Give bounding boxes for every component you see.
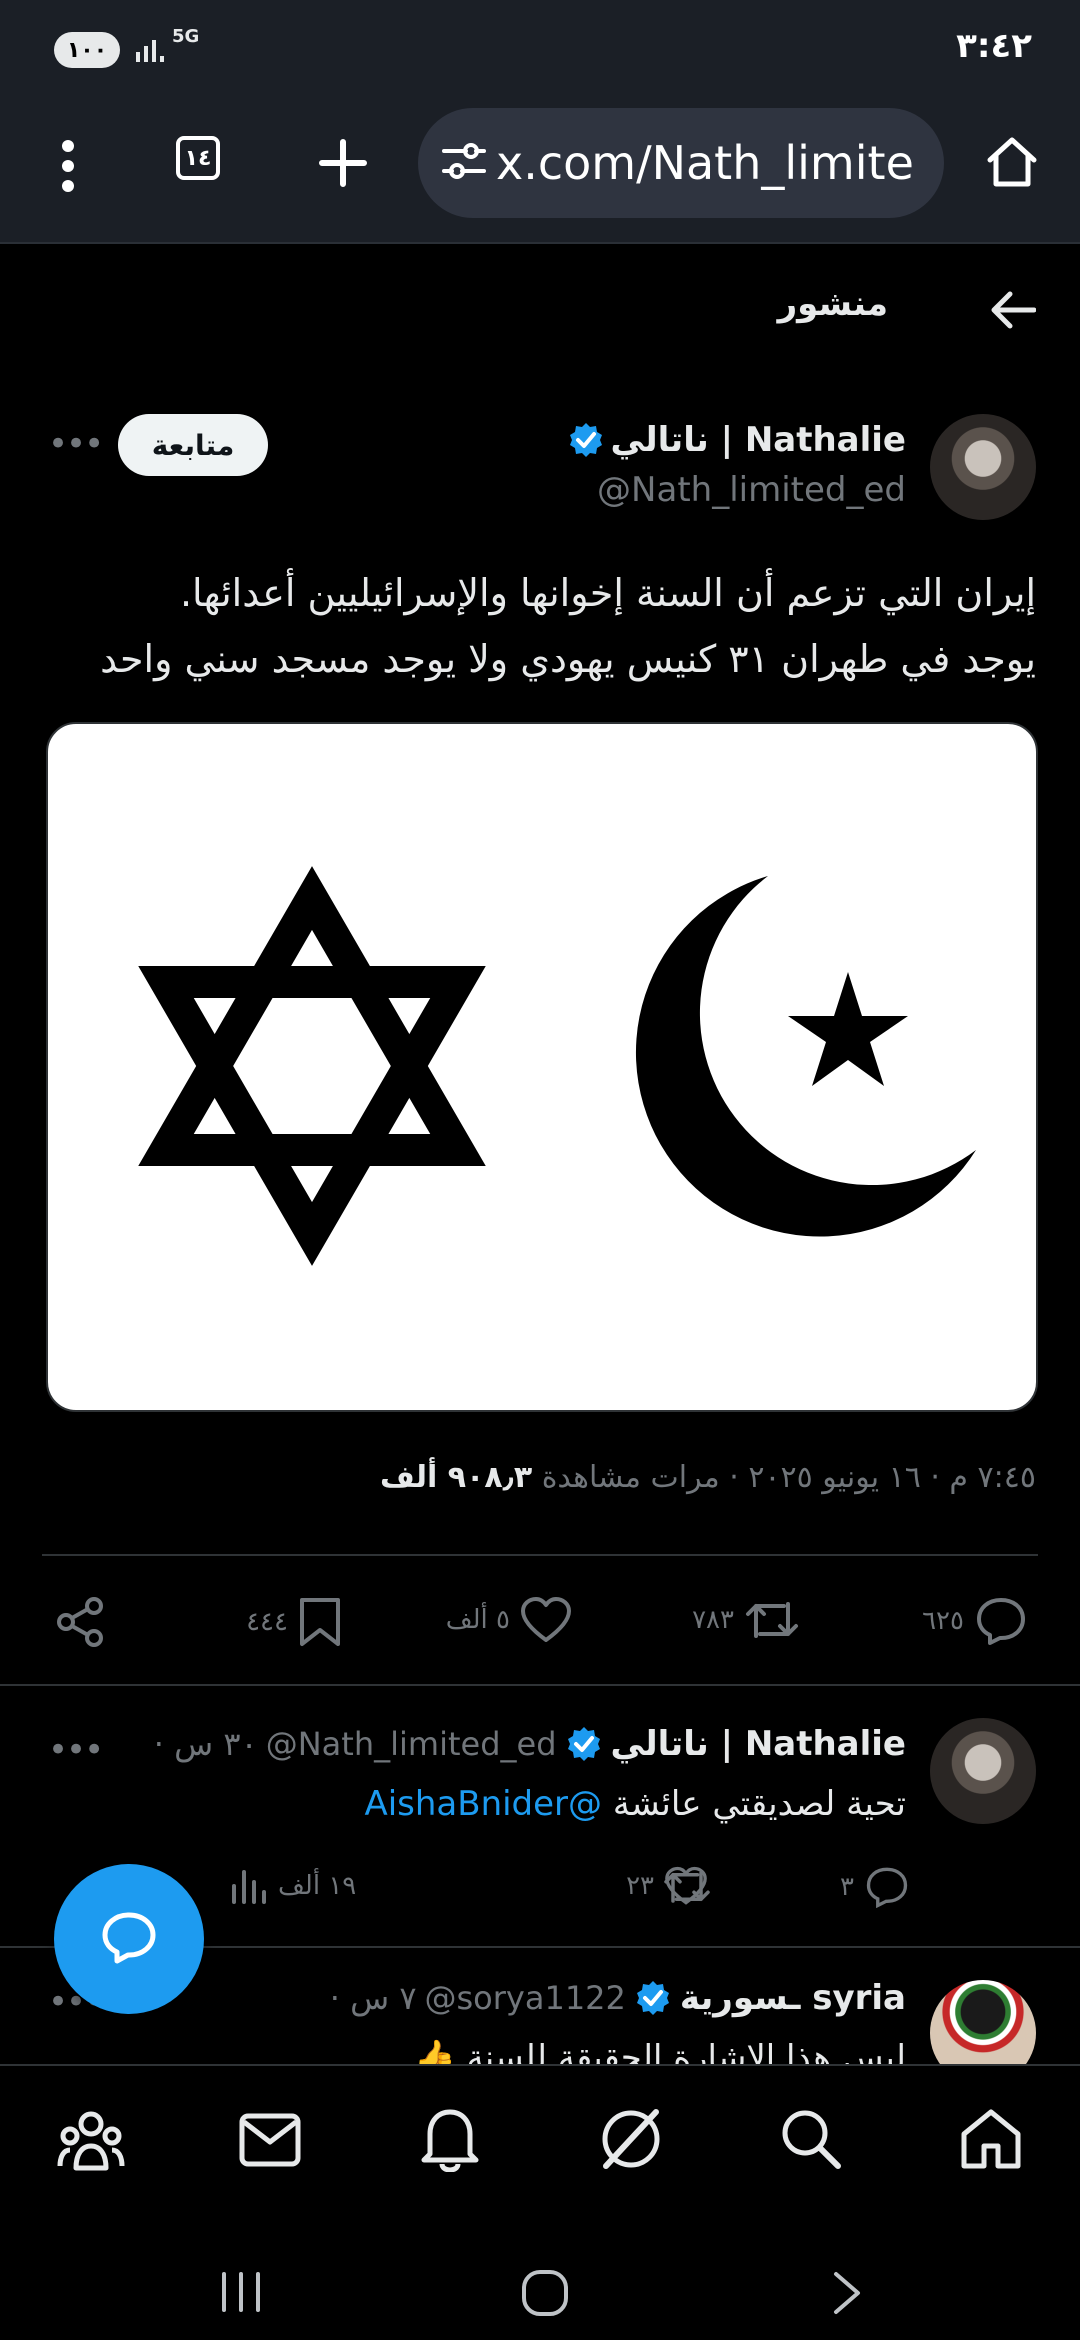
reply-icon bbox=[864, 1866, 910, 1908]
bookmark-icon bbox=[298, 1596, 342, 1648]
reply-icon bbox=[974, 1596, 1028, 1646]
search-icon[interactable] bbox=[778, 2106, 842, 2174]
reply-author-handle[interactable]: @Nath_limited_ed bbox=[266, 1725, 557, 1763]
menu-more-icon[interactable] bbox=[58, 140, 78, 196]
heart-icon bbox=[520, 1596, 572, 1644]
post-text-line-1: إيران التي تزعم أن السنة إخوانها والإسرا… bbox=[179, 571, 1036, 615]
battery-indicator: ١٠٠ bbox=[54, 32, 120, 68]
reply-reply-button[interactable]: ٣ bbox=[840, 1866, 910, 1908]
status-bar: ١٠٠ 5G ٣:٤٢ bbox=[0, 0, 1080, 100]
post-text-line-2: يوجد في طهران ٣١ كنيس يهودي ولا يوجد مسج… bbox=[100, 637, 1036, 681]
author-avatar[interactable] bbox=[930, 414, 1036, 520]
reply-author-handle[interactable]: @sorya1122 bbox=[425, 1979, 626, 2017]
clock: ٣:٤٢ bbox=[956, 26, 1032, 66]
author-handle[interactable]: @Nath_limited_ed bbox=[597, 470, 906, 510]
post-image[interactable] bbox=[46, 722, 1038, 1412]
star-and-crescent-image bbox=[138, 866, 976, 1266]
verified-badge-icon bbox=[567, 421, 605, 459]
views-count: ٩٠٨٫٣ ألف bbox=[379, 1460, 533, 1495]
site-settings-icon[interactable] bbox=[440, 141, 488, 185]
reply-time: · ٣٠ س bbox=[153, 1725, 258, 1763]
address-bar[interactable]: x.com/Nath_limite bbox=[418, 108, 944, 218]
repost-button[interactable]: ٧٨٣ bbox=[692, 1596, 800, 1644]
divider bbox=[0, 1684, 1080, 1686]
divider bbox=[42, 1554, 1038, 1556]
notifications-icon[interactable] bbox=[420, 2106, 480, 2176]
url-text[interactable]: x.com/Nath_limite bbox=[496, 136, 916, 190]
repost-icon[interactable] bbox=[662, 1866, 712, 1912]
home-button-icon[interactable] bbox=[520, 2268, 570, 2322]
reply-author-name[interactable]: ناتالي | Nathalie bbox=[611, 1724, 907, 1764]
views-chart-icon bbox=[228, 1866, 268, 1906]
repost-count: ٧٨٣ bbox=[692, 1605, 734, 1635]
reply-reply-count: ٣ bbox=[840, 1872, 854, 1902]
communities-icon[interactable] bbox=[56, 2110, 126, 2176]
grok-icon[interactable] bbox=[596, 2104, 666, 2178]
repost-icon bbox=[744, 1596, 800, 1644]
bookmark-count: ٤٤٤ bbox=[246, 1607, 288, 1637]
messages-icon[interactable] bbox=[238, 2112, 302, 2172]
verified-badge-icon bbox=[634, 1979, 672, 2017]
back-nav-icon[interactable] bbox=[830, 2270, 864, 2320]
like-button[interactable]: ٥ ألف bbox=[446, 1596, 572, 1644]
reply-text: تحية لصديقتي عائشة @AishaBnider bbox=[364, 1784, 906, 1824]
system-navigation-bar bbox=[0, 2214, 1080, 2340]
share-icon[interactable] bbox=[56, 1596, 106, 1652]
reply-count: ٦٢٥ bbox=[922, 1606, 964, 1636]
verified-badge-icon bbox=[565, 1725, 603, 1763]
tab-switcher-button[interactable]: ١٤ bbox=[176, 136, 220, 180]
home-icon[interactable] bbox=[982, 132, 1042, 196]
compose-reply-button[interactable] bbox=[54, 1864, 204, 2014]
views-label: مرات مشاهدة bbox=[541, 1460, 720, 1495]
network-type: 5G bbox=[172, 26, 200, 47]
recent-apps-icon[interactable] bbox=[216, 2270, 266, 2318]
back-arrow-icon[interactable] bbox=[990, 290, 1037, 334]
reply-views-count: ١٩ ألف bbox=[278, 1871, 357, 1901]
reply-author-avatar[interactable] bbox=[930, 1980, 1036, 2064]
reply-time: · ٧ س bbox=[329, 1979, 417, 2017]
reply-author-avatar[interactable] bbox=[930, 1718, 1036, 1824]
post-metadata: ٧:٤٥ م · ١٦ يونيو ٢٠٢٥ · مرات مشاهدة ٩٠٨… bbox=[380, 1460, 1036, 1495]
like-count: ٥ ألف bbox=[445, 1605, 510, 1635]
mention-link[interactable]: @AishaBnider bbox=[364, 1784, 602, 1824]
more-options-icon[interactable]: ••• bbox=[48, 1730, 104, 1770]
follow-button[interactable]: متابعة bbox=[118, 414, 268, 476]
reply-header: · ٣٠ س @Nath_limited_ed ناتالي | Nathali… bbox=[154, 1724, 906, 1764]
chat-bubble-icon bbox=[99, 1909, 159, 1969]
page-title: منشور bbox=[777, 284, 888, 324]
reply-like-count: ٢٣ bbox=[626, 1871, 654, 1901]
more-options-icon[interactable]: ••• bbox=[48, 424, 104, 464]
signal-icon bbox=[134, 34, 168, 70]
reply-header: · ٧ س @sorya1122 ـسورية syria bbox=[330, 1978, 906, 2018]
reply-text: ليس هذا الاشارة الحقيقة للسنة 👍 bbox=[413, 2038, 906, 2064]
author-name: ناتالي | Nathalie bbox=[610, 420, 907, 460]
reply-views[interactable]: ١٩ ألف bbox=[228, 1866, 356, 1906]
post-timestamp: ٧:٤٥ م · ١٦ يونيو ٢٠٢٥ · bbox=[719, 1460, 1036, 1495]
bookmark-button[interactable]: ٤٤٤ bbox=[246, 1596, 342, 1648]
reply-author-name[interactable]: ـسورية syria bbox=[680, 1978, 906, 2018]
new-tab-icon[interactable] bbox=[318, 138, 368, 192]
home-tab-icon[interactable] bbox=[958, 2106, 1024, 2174]
bottom-navigation bbox=[0, 2064, 1080, 2216]
reply-text-body: تحية لصديقتي عائشة bbox=[612, 1784, 906, 1824]
reply-button[interactable]: ٦٢٥ bbox=[922, 1596, 1028, 1646]
author-name-row[interactable]: ناتالي | Nathalie bbox=[567, 420, 907, 460]
